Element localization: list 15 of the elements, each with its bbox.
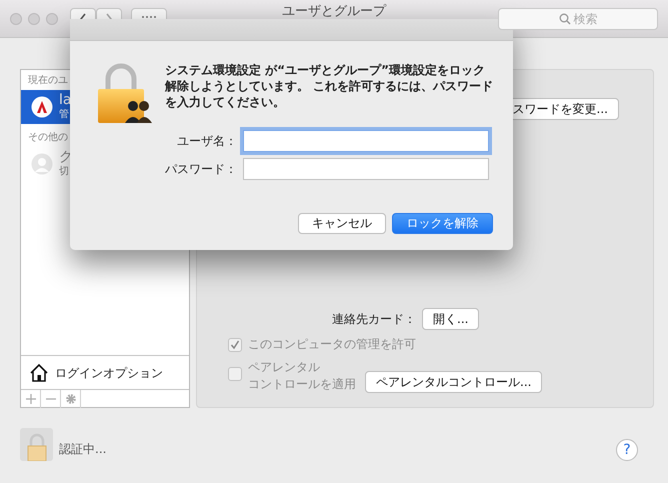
field-label: ユーザ名： bbox=[176, 133, 237, 150]
user-role: 管 bbox=[59, 108, 70, 122]
user-role: 切 bbox=[59, 164, 70, 178]
checkbox-label: このコンピュータの管理を許可 bbox=[248, 336, 416, 353]
window-title: ユーザとグループ bbox=[282, 3, 386, 21]
checkbox-label: ペアレンタル bbox=[248, 359, 321, 376]
dialog-message: システム環境設定 が“ユーザとグループ”環境設定をロック解除しようとしています。 これを許可するには、パスワードを入力してください。 bbox=[165, 62, 494, 110]
field-label: パスワード： bbox=[164, 161, 237, 178]
section-header: 現在のユ bbox=[28, 75, 68, 86]
user-name: ク bbox=[59, 150, 73, 164]
status-text: 認証中... bbox=[59, 441, 106, 458]
section-header: その他の bbox=[28, 132, 68, 143]
checkbox-label: コントロールを適用 bbox=[248, 376, 356, 393]
user-name: la bbox=[59, 92, 72, 106]
contact-card-label: 連絡先カード： bbox=[332, 311, 416, 328]
